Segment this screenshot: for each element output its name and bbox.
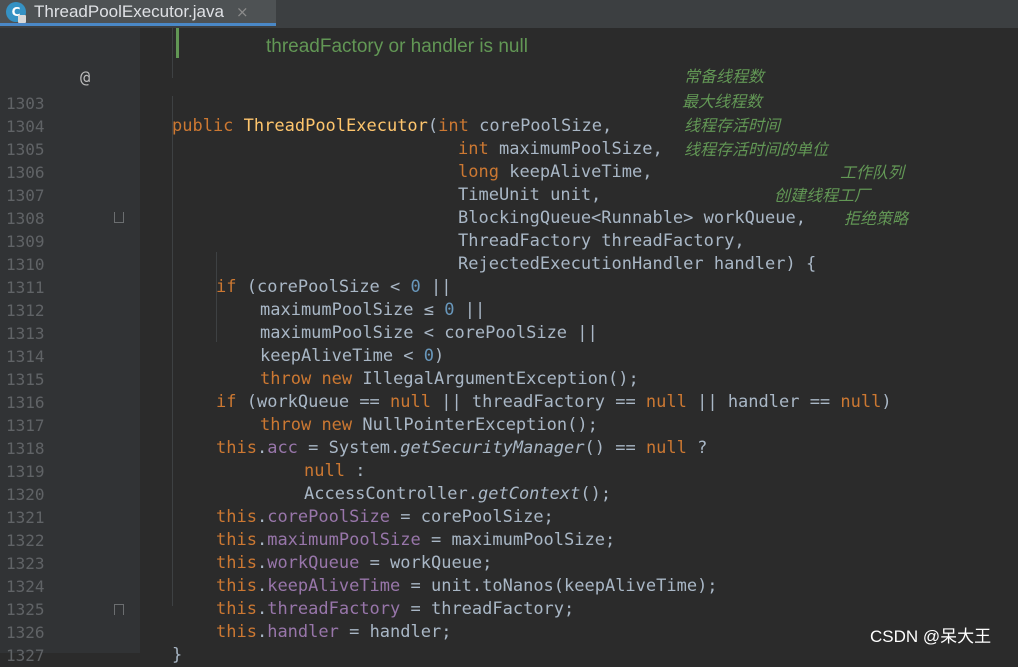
doc-comment-bar <box>176 28 179 58</box>
code-line: 1325 this.handler = handler; <box>0 575 1018 642</box>
annotation-comment: 工作队列 <box>840 163 905 182</box>
code-line: 1309 RejectedExecutionHandler handler) {… <box>0 207 1018 274</box>
code-text: } <box>172 645 183 665</box>
code-line: 1324 this.threadFactory = threadFactory; <box>0 552 1018 619</box>
code-line: 1321 this.maximumPoolSize = maximumPoolS… <box>0 483 1018 550</box>
code-line: 1315 if (workQueue == null || threadFact… <box>0 345 1018 412</box>
code-line: 1313 keepAliveTime < 0) <box>0 299 1018 366</box>
doc-comment-text: threadFactory or handler is null <box>266 36 528 57</box>
code-line: 1308 ThreadFactory threadFactory, 创建线程工厂 <box>0 184 1018 251</box>
code-line: 1326 } <box>0 598 1018 665</box>
java-class-icon: C <box>6 1 26 23</box>
code-line: 1305 long keepAliveTime, 线程存活时间 <box>0 115 1018 182</box>
code-line: 1322 this.workQueue = workQueue; <box>0 506 1018 573</box>
annotation-comment: 拒绝策略 <box>844 209 909 228</box>
annotation-comment: 线程存活时间 <box>684 116 781 135</box>
code-line: 1316 throw new NullPointerException(); <box>0 368 1018 435</box>
annotation-comment: 线程存活时间的单位 <box>684 140 829 159</box>
code-line: 1318 null : <box>0 414 1018 481</box>
lock-icon <box>18 14 26 23</box>
code-line: 1306 TimeUnit unit, 线程存活时间的单位 <box>0 138 1018 205</box>
code-line: 1311 maximumPoolSize ≤ 0 || <box>0 253 1018 320</box>
code-line: 1312 maximumPoolSize < corePoolSize || <box>0 276 1018 343</box>
editor-tab-bar: C ThreadPoolExecutor.java × <box>0 0 1018 28</box>
code-line: 1317 this.acc = System.getSecurityManage… <box>0 391 1018 458</box>
tab-title: ThreadPoolExecutor.java <box>34 1 224 21</box>
watermark: CSDN @呆大王 <box>870 627 992 646</box>
annotation-comment: 常备线程数 <box>684 67 765 86</box>
line-number: 1327 <box>6 646 45 665</box>
annotation-comment: 最大线程数 <box>682 92 763 111</box>
code-line: 1304 int maximumPoolSize, 最大线程数 <box>0 92 1018 159</box>
code-line: 1303 public ThreadPoolExecutor(int coreP… <box>0 67 1018 136</box>
code-line: 1319 AccessController.getContext(); <box>0 437 1018 504</box>
code-line: 1314 throw new IllegalArgumentException(… <box>0 322 1018 389</box>
code-line: 1310 if (corePoolSize < 0 || <box>0 230 1018 297</box>
code-line: 1307 BlockingQueue<Runnable> workQueue, … <box>0 161 1018 228</box>
code-line: 1320 this.corePoolSize = corePoolSize; <box>0 460 1018 527</box>
tab-threadpoolexecutor[interactable]: C ThreadPoolExecutor.java × <box>0 0 276 26</box>
code-line: 1323 this.keepAliveTime = unit.toNanos(k… <box>0 529 1018 596</box>
code-line: 1327 <box>0 621 1018 665</box>
close-icon[interactable]: × <box>236 3 249 21</box>
annotation-comment: 创建线程工厂 <box>774 186 871 205</box>
